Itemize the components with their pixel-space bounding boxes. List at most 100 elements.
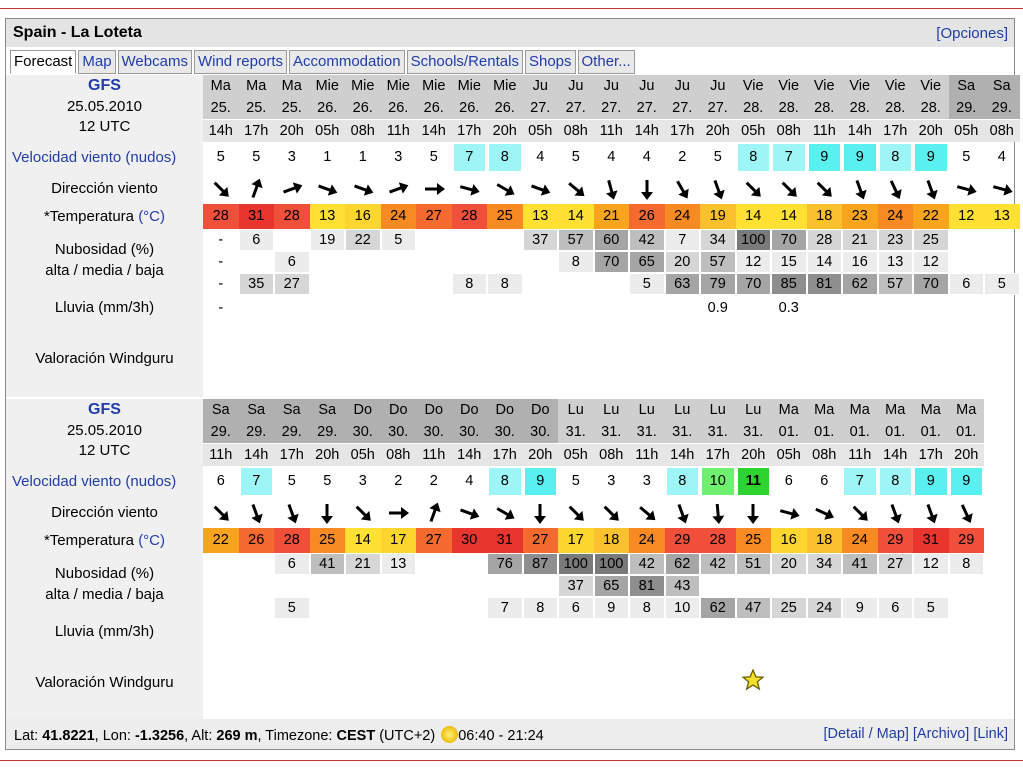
rating-cell (381, 321, 417, 397)
cloud-low-cell: 5 (629, 273, 665, 295)
model-info-cell: GFS 25.05.2010 12 UTC (6, 399, 203, 466)
cloud-mid-cell (949, 251, 985, 273)
speed-row-label[interactable]: Velocidad viento (nudos) (6, 466, 203, 497)
forecast-day: Ju (522, 75, 558, 97)
cloud-mid-cell (523, 575, 559, 597)
forecast-hour: 17h (700, 443, 736, 466)
forecast-date: 29. (984, 97, 1020, 119)
detail-map-link[interactable]: [Detail / Map] (823, 726, 908, 742)
forecast-hour: 20h (522, 443, 558, 466)
cloud-high-cell: 70 (771, 229, 807, 251)
forecast-day: Mie (309, 75, 345, 97)
forecast-hour: 14h (203, 119, 239, 142)
forecast-hour: 05h (309, 119, 345, 142)
rain-cell (274, 295, 310, 321)
cloud-mid-cell (523, 251, 559, 273)
cloud-mid-cell: 57 (700, 251, 736, 273)
forecast-date: 31. (558, 421, 594, 443)
cloud-high-cell: 87 (522, 553, 558, 575)
rain-row-label: Lluvia (mm/3h) (6, 619, 203, 645)
cloud-mid-cell (416, 575, 452, 597)
cloud-low-cell: 27 (274, 273, 310, 295)
wind-speed-cell: 5 (429, 149, 438, 165)
forecast-hour: 08h (771, 119, 807, 142)
cloud-high-cell: 42 (700, 553, 736, 575)
wind-direction-arrow-icon (460, 507, 480, 520)
archive-link[interactable]: [Archivo] (913, 726, 969, 742)
rain-cell (629, 619, 665, 645)
rain-cell (771, 619, 807, 645)
wind-direction-arrow-icon (961, 503, 973, 523)
wind-speed-cell: 8 (877, 466, 913, 497)
forecast-date: 31. (664, 421, 700, 443)
rain-cell (594, 295, 630, 321)
forecast-day: Vie (735, 75, 771, 97)
forecast-day: Vie (771, 75, 807, 97)
wind-speed-cell: 7 (238, 466, 274, 497)
rating-cell (913, 321, 949, 397)
cloud-high-cell: 76 (487, 553, 523, 575)
model-name[interactable]: GFS (6, 401, 203, 419)
wind-speed-cell: 5 (962, 149, 971, 165)
forecast-date: 31. (735, 421, 771, 443)
forecast-day: Sa (948, 75, 984, 97)
tab-schools-rentals[interactable]: Schools/Rentals (406, 50, 523, 74)
cloud-mid-cell (239, 251, 275, 273)
tab-wind-reports[interactable]: Wind reports (193, 50, 287, 74)
forecast-hour: 05h (558, 443, 594, 466)
temperature-cell: 31 (238, 204, 274, 229)
forecast-day: Lu (629, 399, 665, 421)
rain-cell (487, 295, 523, 321)
permalink-link[interactable]: [Link] (973, 726, 1008, 742)
wind-speed-cell: 8 (735, 142, 771, 173)
cloud-low-cell: 8 (629, 597, 665, 619)
forecast-day: Lu (735, 399, 771, 421)
wind-direction-arrow-icon (852, 505, 868, 521)
forecast-hour: 11h (593, 119, 629, 142)
rain-cell (594, 619, 630, 645)
temperature-cell: 19 (700, 204, 736, 229)
cloud-mid-cell (310, 575, 346, 597)
cloud-low-cell: 62 (842, 273, 878, 295)
temperature-unit-link[interactable]: (°C) (138, 208, 165, 225)
tab-forecast[interactable]: Forecast (10, 50, 77, 74)
cloud-low-cell: 62 (700, 597, 736, 619)
rain-cell (665, 295, 701, 321)
options-link[interactable]: [Opciones] (936, 25, 1008, 42)
forecast-hour: 17h (238, 119, 274, 142)
tab-map[interactable]: Map (78, 50, 116, 74)
forecast-day: Sa (203, 399, 239, 421)
cloud-low-cell (203, 597, 239, 619)
model-name[interactable]: GFS (6, 77, 203, 95)
cloud-low-cell: 81 (806, 273, 842, 295)
cloud-low-cell: 57 (877, 273, 913, 295)
forecast-day: Do (416, 399, 452, 421)
tab-webcams[interactable]: Webcams (117, 50, 192, 74)
rain-cell: 0.3 (778, 300, 799, 316)
rating-cell (381, 645, 417, 721)
cloud-high-cell (452, 553, 488, 575)
forecast-hour: 08h (984, 119, 1020, 142)
cloud-high-cell: 100 (558, 553, 594, 575)
forecast-day: Ma (771, 399, 807, 421)
temperature-cell: 28 (274, 528, 310, 553)
rating-cell (949, 321, 985, 397)
tab-other[interactable]: Other... (577, 50, 635, 74)
speed-row-label[interactable]: Velocidad viento (nudos) (6, 142, 203, 173)
cloud-low-cell: 8 (522, 597, 558, 619)
tab-shops[interactable]: Shops (524, 50, 576, 74)
tab-accommodation[interactable]: Accommodation (289, 50, 405, 74)
forecast-hour: 20h (274, 119, 310, 142)
cloud-high-cell: 21 (842, 229, 878, 251)
cloud-low-cell: 24 (806, 597, 842, 619)
cloud-low-cell: 85 (771, 273, 807, 295)
footer-links: [Detail / Map] [Archivo] [Link] (819, 726, 1008, 742)
rating-cell (452, 645, 488, 721)
rain-cell (878, 295, 914, 321)
rating-cell (913, 645, 949, 721)
rating-cell (878, 645, 914, 721)
lat-label: Lat: (14, 728, 43, 744)
cloud-high-cell: 34 (806, 553, 842, 575)
cloud-mid-cell: 14 (806, 251, 842, 273)
temperature-unit-link[interactable]: (°C) (138, 532, 165, 549)
